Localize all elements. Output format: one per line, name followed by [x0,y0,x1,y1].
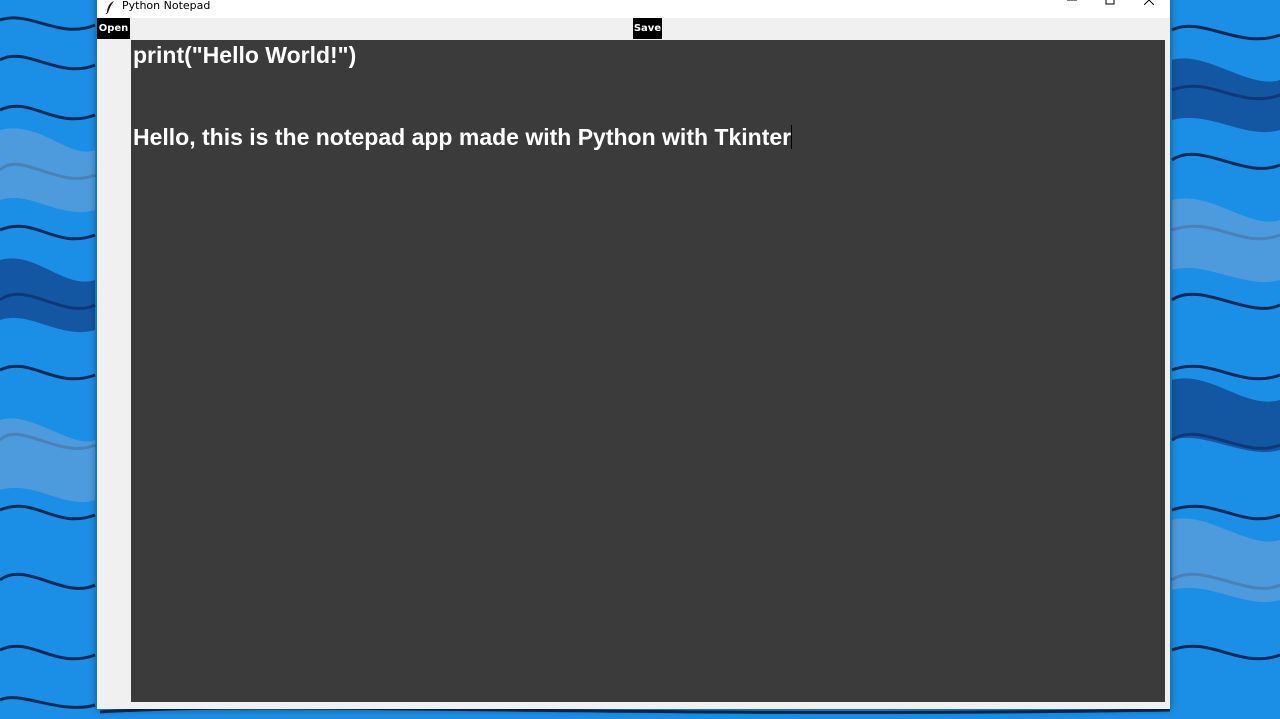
minimize-icon [1067,0,1077,1]
title-bar[interactable]: Python Notepad [97,0,1170,18]
window-border [1165,40,1170,702]
save-button[interactable]: Save [633,18,662,39]
minimize-button[interactable] [1053,0,1091,10]
editor-line: print("Hello World!") [133,42,357,68]
close-button[interactable] [1130,0,1168,10]
open-button[interactable]: Open [97,18,130,39]
close-icon [1144,0,1154,5]
maximize-button[interactable] [1091,0,1129,10]
editor-line-text: Hello, this is the notepad app made with… [133,124,792,150]
feather-icon [105,1,114,14]
notepad-window: Python Notepad Open Save print("Hello Wo… [97,0,1170,709]
maximize-icon [1105,0,1115,5]
editor-line: Hello, this is the notepad app made with… [133,123,793,151]
window-title: Python Notepad [122,0,211,12]
text-caret [791,125,793,149]
text-editor[interactable]: print("Hello World!") Hello, this is the… [131,40,1165,702]
